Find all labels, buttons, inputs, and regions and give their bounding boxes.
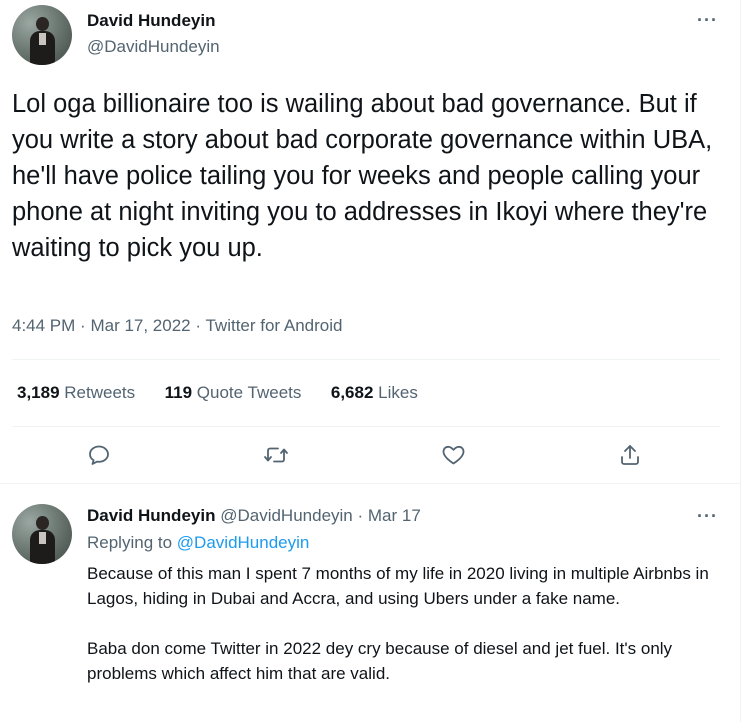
share-icon [621, 445, 639, 465]
retweets-stat[interactable]: 3,189 Retweets [17, 383, 135, 402]
retweet-icon [264, 447, 288, 463]
heart-icon [442, 445, 464, 465]
reply-author-avatar[interactable] [12, 504, 72, 564]
reply-header: David Hundeyin @DavidHundeyin · Mar 17 [87, 506, 421, 526]
tweet-source[interactable]: Twitter for Android [205, 316, 342, 335]
reply-text: Because of this man I spent 7 months of … [87, 561, 727, 686]
share-button[interactable] [615, 440, 645, 470]
more-horizontal-icon[interactable]: ··· [697, 10, 718, 31]
replying-mention[interactable]: @DavidHundeyin [177, 533, 310, 552]
replying-prefix: Replying to [87, 533, 173, 552]
more-horizontal-icon[interactable]: ··· [697, 506, 718, 527]
divider [12, 426, 720, 427]
reply-button[interactable] [84, 440, 114, 470]
replying-to: Replying to @DavidHundeyin [87, 533, 309, 553]
retweet-button[interactable] [261, 440, 291, 470]
tweet-date[interactable]: Mar 17, 2022 [90, 316, 190, 335]
author-avatar[interactable] [12, 5, 72, 65]
tweet-stats: 3,189 Retweets 119 Quote Tweets 6,682 Li… [17, 383, 418, 403]
reply-paragraph: Because of this man I spent 7 months of … [87, 564, 709, 608]
quote-tweets-stat[interactable]: 119 Quote Tweets [165, 383, 302, 402]
like-button[interactable] [438, 440, 468, 470]
author-name[interactable]: David Hundeyin [87, 11, 215, 31]
divider [12, 359, 720, 360]
reply-date[interactable]: Mar 17 [368, 506, 421, 525]
reply-icon [89, 445, 109, 465]
tweet-meta: 4:44 PM · Mar 17, 2022 · Twitter for And… [12, 316, 342, 336]
reply-paragraph: Baba don come Twitter in 2022 dey cry be… [87, 639, 673, 683]
reply-separator: · [357, 506, 364, 525]
reply-author-name[interactable]: David Hundeyin [87, 506, 215, 525]
reply-author-handle[interactable]: @DavidHundeyin [220, 506, 353, 525]
meta-separator: · [80, 316, 86, 335]
author-handle[interactable]: @DavidHundeyin [87, 37, 220, 57]
meta-separator: · [195, 316, 202, 335]
tweet-time[interactable]: 4:44 PM [12, 316, 75, 335]
divider [0, 483, 740, 484]
right-border [740, 0, 741, 722]
likes-stat[interactable]: 6,682 Likes [331, 383, 418, 402]
tweet-text: Lol oga billionaire too is wailing about… [12, 90, 713, 262]
